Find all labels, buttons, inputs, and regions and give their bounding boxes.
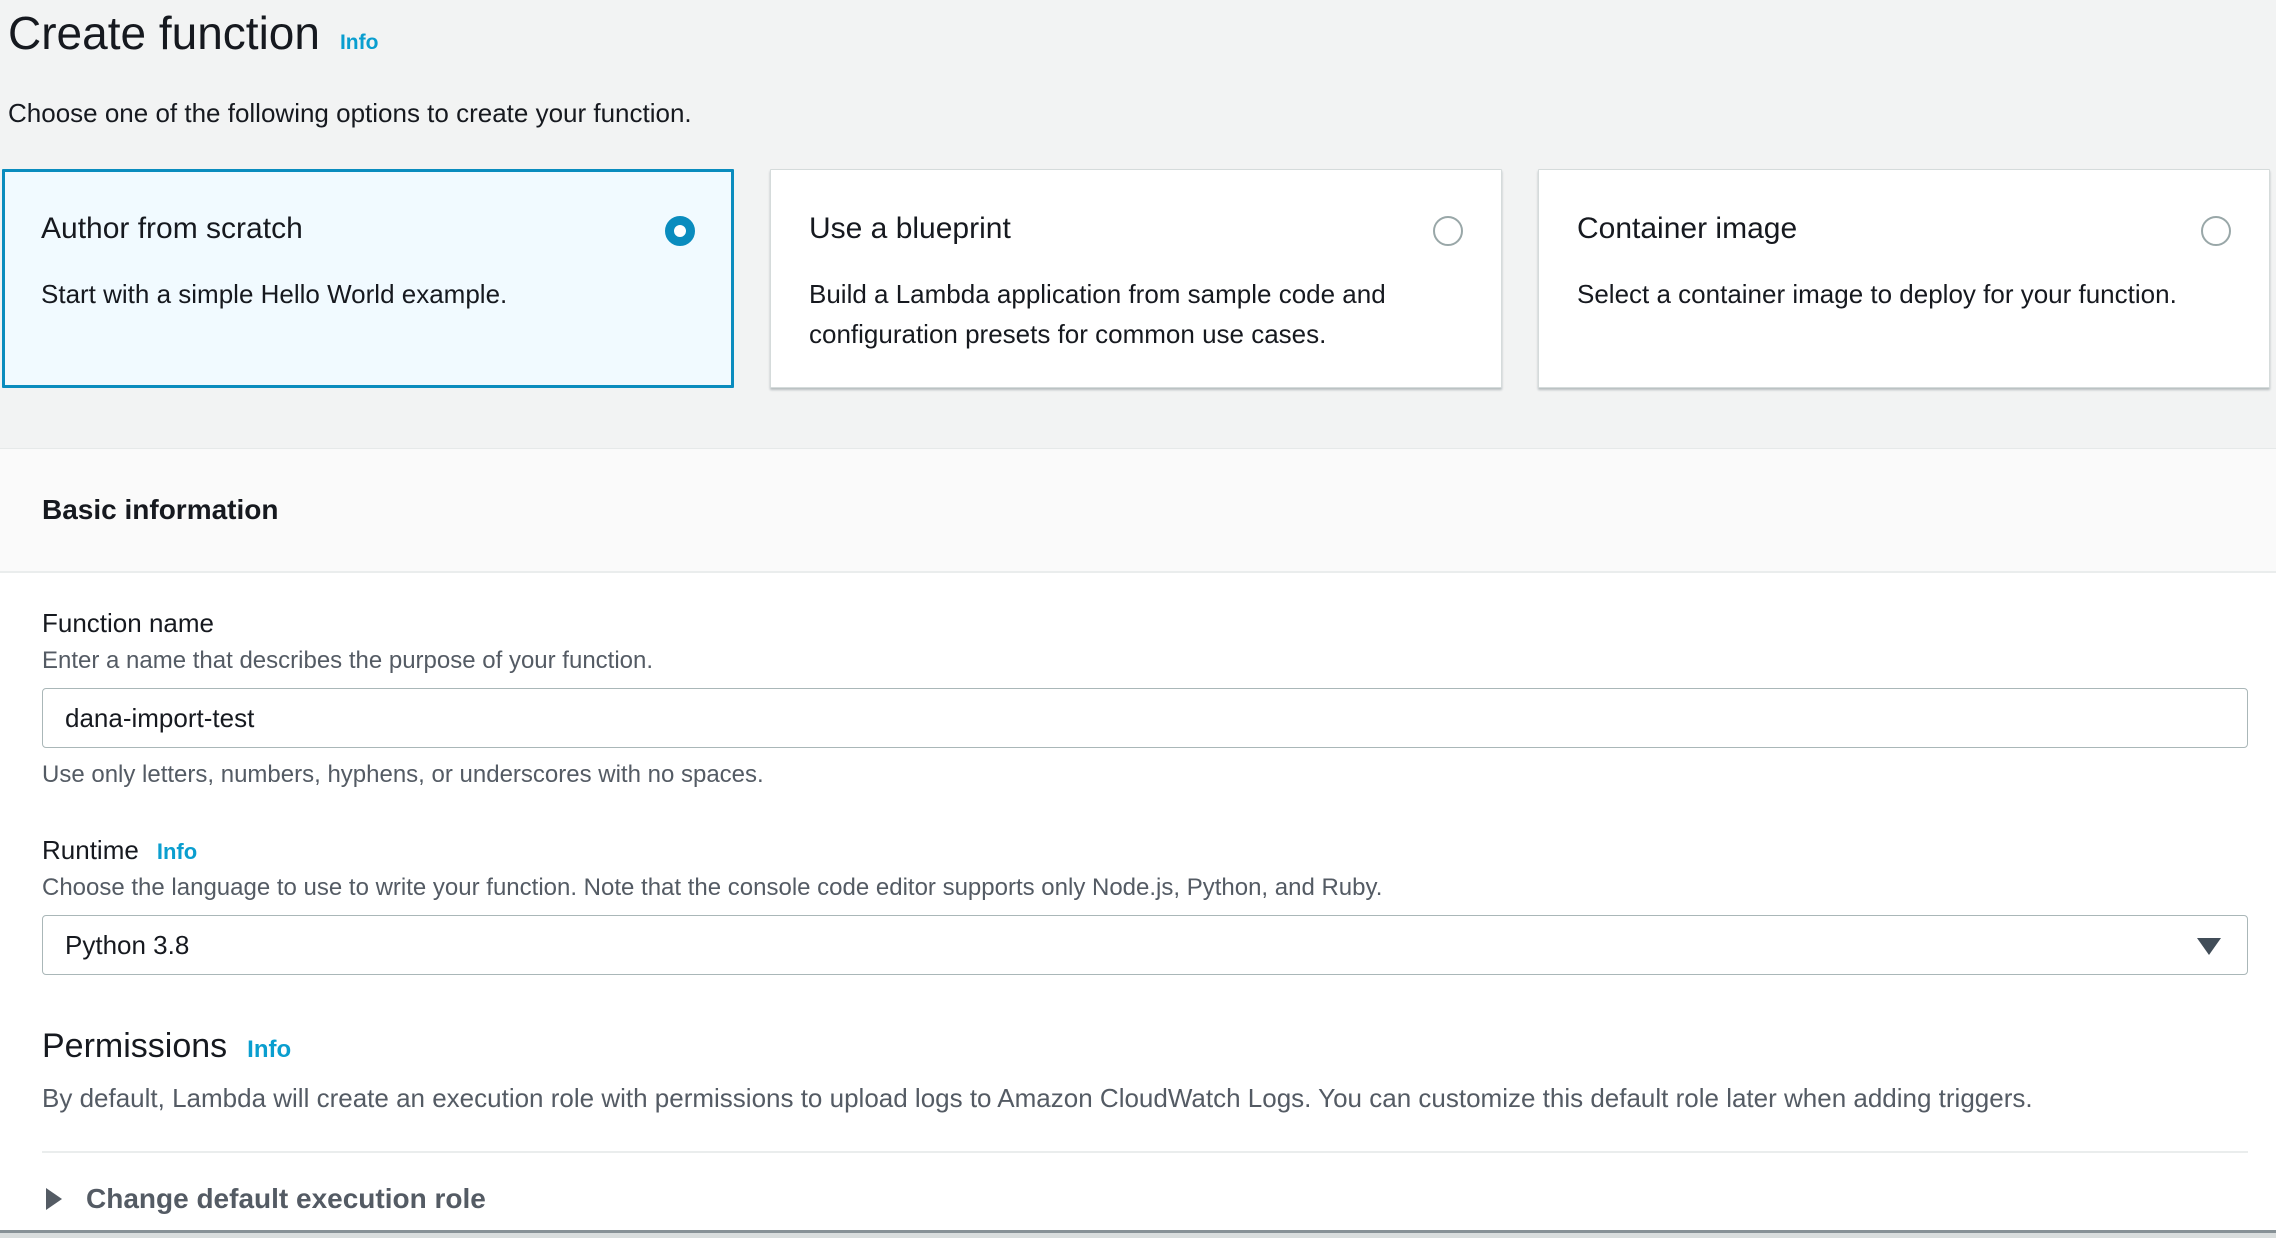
option-card-container-image[interactable]: Container image Select a container image… xyxy=(1538,169,2270,388)
function-name-label: Function name xyxy=(42,607,2248,639)
option-card-title: Author from scratch xyxy=(41,210,643,248)
function-name-description: Enter a name that describes the purpose … xyxy=(42,646,2248,676)
runtime-field-group: Runtime Info Choose the language to use … xyxy=(42,834,2248,975)
radio-button-icon[interactable] xyxy=(665,216,695,246)
basic-information-panel: Basic information Function name Enter a … xyxy=(0,448,2276,1243)
option-card-description: Build a Lambda application from sample c… xyxy=(809,274,1411,354)
permissions-heading: Permissions xyxy=(42,1025,227,1067)
create-function-header: Create function Info Choose one of the f… xyxy=(0,0,2276,130)
runtime-select[interactable]: Python 3.8 xyxy=(42,915,2248,975)
expand-arrow-icon xyxy=(46,1188,62,1210)
option-card-title: Use a blueprint xyxy=(809,210,1411,248)
function-name-input[interactable] xyxy=(42,688,2248,748)
creation-option-cards: Author from scratch Start with a simple … xyxy=(2,169,2270,388)
page-title: Create function xyxy=(8,6,320,60)
option-card-use-a-blueprint[interactable]: Use a blueprint Build a Lambda applicati… xyxy=(770,169,1502,388)
expander-label: Change default execution role xyxy=(86,1183,486,1215)
runtime-label: Runtime xyxy=(42,834,139,866)
radio-button-icon[interactable] xyxy=(1433,216,1463,246)
bottom-edge-divider xyxy=(0,1230,2276,1238)
option-card-description: Select a container image to deploy for y… xyxy=(1577,274,2179,314)
option-card-author-from-scratch[interactable]: Author from scratch Start with a simple … xyxy=(2,169,734,388)
option-card-title: Container image xyxy=(1577,210,2179,248)
runtime-info-link[interactable]: Info xyxy=(157,839,197,865)
runtime-selected-value: Python 3.8 xyxy=(65,930,189,961)
basic-information-header: Basic information xyxy=(0,448,2276,573)
permissions-description: By default, Lambda will create an execut… xyxy=(42,1081,2248,1115)
radio-button-icon[interactable] xyxy=(2201,216,2231,246)
permissions-heading-row: Permissions Info xyxy=(42,1025,2248,1067)
title-info-link[interactable]: Info xyxy=(340,31,378,55)
chevron-down-icon xyxy=(2197,938,2221,955)
option-card-description: Start with a simple Hello World example. xyxy=(41,274,643,314)
basic-information-heading: Basic information xyxy=(42,492,2234,528)
page-subtitle: Choose one of the following options to c… xyxy=(8,96,2268,130)
runtime-label-row: Runtime Info xyxy=(42,834,2248,866)
basic-information-body: Function name Enter a name that describe… xyxy=(0,573,2276,1243)
function-name-field-group: Function name Enter a name that describe… xyxy=(42,607,2248,790)
title-row: Create function Info xyxy=(8,6,2268,60)
runtime-description: Choose the language to use to write your… xyxy=(42,873,2248,903)
function-name-constraint: Use only letters, numbers, hyphens, or u… xyxy=(42,760,2248,790)
permissions-info-link[interactable]: Info xyxy=(247,1036,291,1064)
